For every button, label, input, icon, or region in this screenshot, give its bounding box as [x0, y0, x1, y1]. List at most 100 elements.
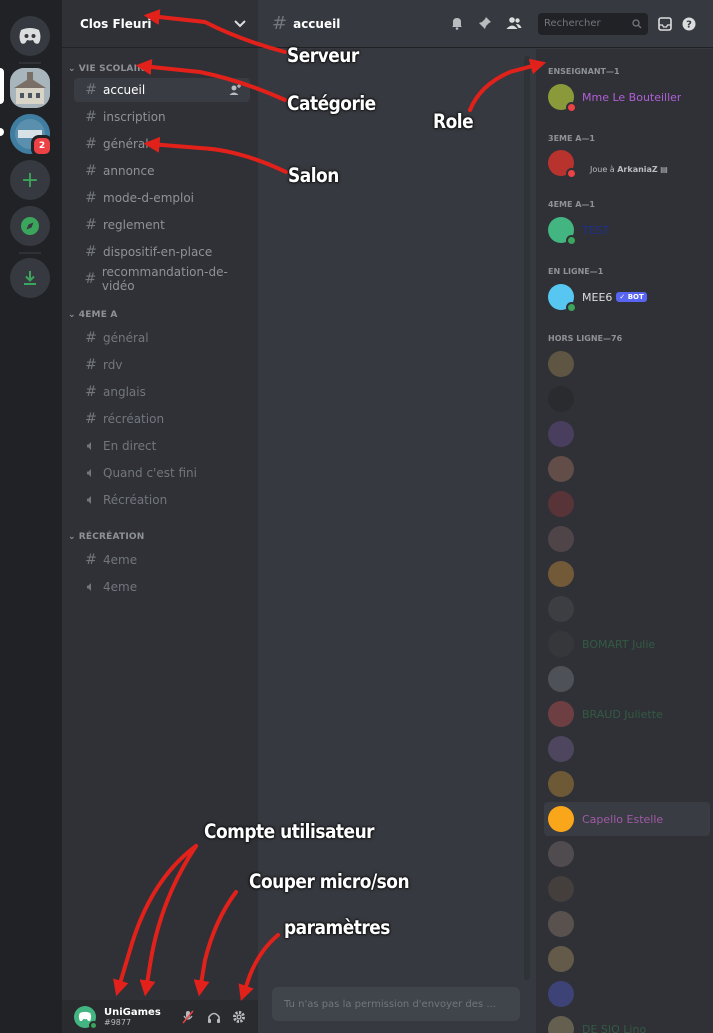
mute-microphone-icon[interactable]: [182, 1010, 194, 1024]
locked-hashtag-icon: #: [85, 357, 97, 373]
channel-rdv[interactable]: # rdv: [74, 353, 250, 377]
user-info[interactable]: UniGames #9877: [104, 1007, 161, 1027]
member-item[interactable]: BOMART Julie: [544, 627, 710, 661]
add-server-button[interactable]: +: [10, 160, 50, 200]
download-apps-button[interactable]: [10, 258, 50, 298]
member-item[interactable]: [544, 732, 710, 766]
member-item[interactable]: [544, 767, 710, 801]
scrollbar[interactable]: [524, 56, 530, 980]
gear-icon[interactable]: [232, 1010, 246, 1024]
chat-header: # accueil: [258, 0, 536, 48]
avatar: [548, 561, 574, 587]
member-item[interactable]: [544, 347, 710, 381]
member-list-icon[interactable]: [506, 16, 522, 30]
locked-speaker-icon: 🔈︎: [86, 438, 96, 454]
member-item[interactable]: [544, 977, 710, 1011]
avatar: [548, 456, 574, 482]
member-item[interactable]: [544, 522, 710, 556]
header-toolbar: [450, 16, 522, 30]
help-icon[interactable]: ?: [682, 17, 696, 31]
category-4eme-a[interactable]: ⌄ 4EME A: [68, 310, 118, 320]
member-item[interactable]: Joue à ArkaniaZ ▤: [544, 146, 710, 180]
member-item[interactable]: [544, 417, 710, 451]
channel-reglement[interactable]: # reglement: [74, 213, 250, 237]
category-recreation[interactable]: ⌄ RÉCRÉATION: [68, 532, 144, 542]
voice-channel-en-direct[interactable]: 🔈︎ En direct: [74, 434, 250, 458]
member-item[interactable]: [544, 907, 710, 941]
member-item[interactable]: [544, 487, 710, 521]
annotation-categorie: Catégorie: [287, 92, 376, 116]
search-icon: [632, 18, 642, 28]
avatar: [548, 946, 574, 972]
member-item[interactable]: [544, 592, 710, 626]
locked-hashtag-icon: #: [85, 330, 97, 346]
annotation-serveur: Serveur: [287, 44, 359, 68]
activity-game: ArkaniaZ: [617, 165, 658, 174]
channel-4eme-text[interactable]: #4eme: [74, 548, 250, 572]
member-item[interactable]: Mme Le Bouteiller: [544, 80, 710, 114]
status-dnd-indicator: [566, 168, 577, 179]
channel-accueil[interactable]: # accueil: [74, 78, 250, 102]
bell-icon[interactable]: [450, 16, 464, 30]
voice-channel-quand-cest-fini[interactable]: 🔈︎ Quand c'est fini: [74, 461, 250, 485]
avatar: [548, 284, 577, 313]
locked-hashtag-icon: #: [85, 552, 97, 568]
channel-label: 4eme: [103, 553, 138, 567]
channel-annonce[interactable]: # annonce: [74, 159, 250, 183]
pin-icon[interactable]: [478, 16, 492, 30]
member-item[interactable]: [544, 837, 710, 871]
member-item[interactable]: MEE6 ✓ BOT: [544, 280, 710, 314]
avatar: [548, 631, 574, 657]
svg-text:?: ?: [686, 19, 692, 30]
channel-label: annonce: [103, 164, 155, 178]
search-input[interactable]: Rechercher: [538, 12, 648, 35]
channel-label: général: [103, 331, 149, 345]
member-item[interactable]: [544, 382, 710, 416]
category-label: 4EME A: [78, 310, 118, 320]
channel-general[interactable]: # général: [74, 132, 250, 156]
member-item[interactable]: DE SIO Lino: [544, 1012, 710, 1033]
member-item[interactable]: [544, 872, 710, 906]
chevron-down-icon: ⌄: [68, 64, 76, 74]
hashtag-icon: #: [272, 13, 288, 34]
server-icon-clos-fleuri[interactable]: [10, 68, 50, 108]
member-item[interactable]: Capello Estelle: [544, 802, 710, 836]
channel-general-4a[interactable]: # général: [74, 326, 250, 350]
member-item[interactable]: TEST: [544, 213, 710, 247]
headphones-icon[interactable]: [207, 1010, 221, 1024]
category-vie-scolaire[interactable]: ⌄ VIE SCOLAIRE: [68, 64, 151, 74]
home-button[interactable]: [10, 16, 50, 56]
explore-servers-button[interactable]: [10, 206, 50, 246]
avatar: [548, 876, 574, 902]
compass-icon: [21, 217, 39, 235]
channel-recreation-text[interactable]: # récréation: [74, 407, 250, 431]
channel-mode-d-emploi[interactable]: # mode-d-emploi: [74, 186, 250, 210]
channel-inscription[interactable]: # inscription: [74, 105, 250, 129]
voice-channel-4eme[interactable]: 🔈︎ 4eme: [74, 575, 250, 599]
avatar: [548, 771, 574, 797]
member-item[interactable]: BRAUD Juliette: [544, 697, 710, 731]
avatar: [548, 666, 574, 692]
channel-anglais[interactable]: # anglais: [74, 380, 250, 404]
chevron-down-icon: ⌄: [68, 532, 76, 542]
avatar[interactable]: [74, 1005, 98, 1030]
server-header[interactable]: Clos Fleuri: [62, 0, 258, 48]
channel-recommandation-de-video[interactable]: # recommandation-de-vidéo: [74, 265, 250, 293]
category-label: VIE SCOLAIRE: [78, 64, 151, 74]
message-input[interactable]: Tu n'as pas la permission d'envoyer des …: [272, 987, 520, 1021]
member-item[interactable]: [544, 662, 710, 696]
locked-speaker-icon: 🔈︎: [86, 465, 96, 481]
invite-member-icon[interactable]: [228, 83, 242, 97]
inbox-icon[interactable]: [658, 16, 672, 31]
channel-label: Quand c'est fini: [103, 466, 197, 480]
member-item[interactable]: [544, 452, 710, 486]
status-online-indicator: [566, 235, 577, 246]
server-icon-univers[interactable]: 2: [10, 114, 53, 157]
locked-hashtag-icon: #: [85, 411, 97, 427]
channel-dispositif-en-place[interactable]: # dispositif-en-place: [74, 240, 250, 264]
server-name: Clos Fleuri: [80, 16, 152, 31]
rail-separator: [19, 62, 41, 64]
member-item[interactable]: [544, 557, 710, 591]
voice-channel-recreation[interactable]: 🔈︎ Récréation: [74, 488, 250, 512]
member-item[interactable]: [544, 942, 710, 976]
